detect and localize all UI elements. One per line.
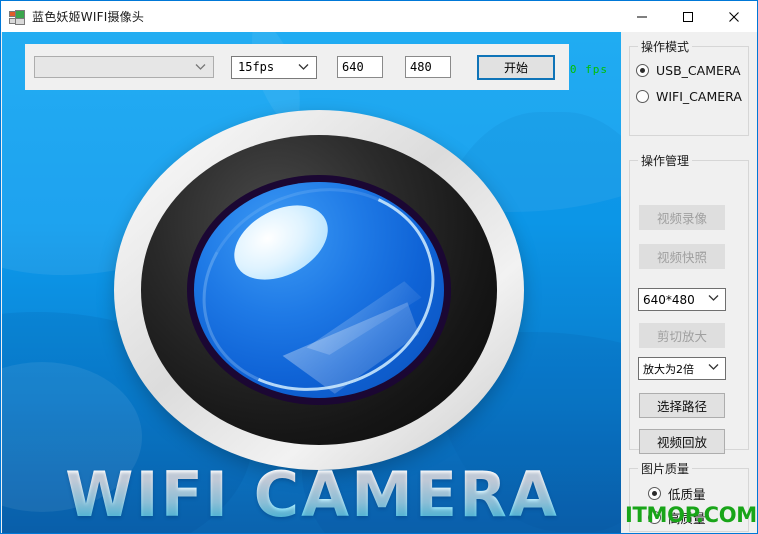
radio-wifi-camera[interactable]: WIFI_CAMERA — [630, 83, 748, 109]
chevron-down-icon — [195, 63, 206, 71]
operation-mode-group: 操作模式 USB_CAMERA WIFI_CAMERA — [629, 38, 749, 136]
operation-manage-title: 操作管理 — [638, 152, 693, 169]
zoom-factor-select-value: 放大为2倍 — [643, 362, 694, 376]
control-sidebar: 操作模式 USB_CAMERA WIFI_CAMERA 操作管理 视频录像 视频… — [621, 32, 757, 533]
height-input[interactable]: 480 — [405, 56, 451, 78]
minimize-icon — [637, 16, 647, 17]
resolution-select-value: 640*480 — [643, 292, 695, 307]
fps-select[interactable]: 15fps — [231, 55, 317, 79]
fps-select-value: 15fps — [238, 60, 275, 74]
zoom-factor-select[interactable]: 放大为2倍 — [638, 357, 726, 380]
operation-manage-group: 操作管理 视频录像 视频快照 640*480 剪切放大 放大为2倍 选择路径 视… — [629, 152, 749, 454]
close-icon — [729, 11, 739, 22]
radio-button-icon — [636, 89, 649, 103]
maximize-button[interactable] — [665, 1, 711, 32]
snapshot-button[interactable]: 视频快照 — [639, 244, 725, 269]
chevron-down-icon — [298, 63, 309, 71]
close-button[interactable] — [711, 1, 757, 32]
radio-button-icon — [648, 486, 661, 500]
fps-readout: 0 fps — [569, 63, 608, 76]
minimize-button[interactable] — [619, 1, 665, 32]
select-path-button[interactable]: 选择路径 — [639, 393, 725, 418]
width-input[interactable]: 640 — [337, 56, 383, 78]
radio-low-quality[interactable]: 低质量 — [630, 481, 748, 505]
radio-usb-camera[interactable]: USB_CAMERA — [630, 57, 748, 83]
app-icon — [9, 9, 25, 25]
window-controls — [619, 1, 757, 32]
radio-button-icon — [636, 63, 649, 77]
device-select[interactable] — [34, 56, 214, 78]
wifi-camera-banner: WIFI CAMERA — [2, 464, 622, 526]
video-playback-button[interactable]: 视频回放 — [639, 429, 725, 454]
maximize-icon — [683, 11, 693, 22]
chevron-down-icon — [708, 294, 719, 302]
title-bar: 蓝色妖姬WIFI摄像头 — [1, 1, 757, 32]
camera-lens-graphic — [114, 110, 524, 470]
chevron-down-icon — [708, 363, 719, 371]
site-watermark: ITMOP.COM — [625, 503, 757, 527]
radio-low-quality-label: 低质量 — [668, 486, 706, 502]
radio-wifi-camera-label: WIFI_CAMERA — [656, 88, 742, 104]
start-button[interactable]: 开始 — [477, 54, 555, 80]
image-quality-title: 图片质量 — [638, 460, 693, 477]
operation-mode-title: 操作模式 — [638, 38, 693, 55]
capture-toolbar: 15fps 640 480 开始 — [25, 44, 569, 90]
video-preview-area[interactable]: WIFI CAMERA 15fps 640 480 开始 0 fps — [2, 32, 622, 533]
record-video-button[interactable]: 视频录像 — [639, 205, 725, 230]
radio-usb-camera-label: USB_CAMERA — [656, 62, 741, 78]
window-title: 蓝色妖姬WIFI摄像头 — [32, 10, 145, 24]
crop-zoom-button[interactable]: 剪切放大 — [639, 323, 725, 348]
application-window: 蓝色妖姬WIFI摄像头 WIFI CAMERA 15fps 640 480 开始… — [0, 0, 758, 534]
resolution-select[interactable]: 640*480 — [638, 288, 726, 311]
